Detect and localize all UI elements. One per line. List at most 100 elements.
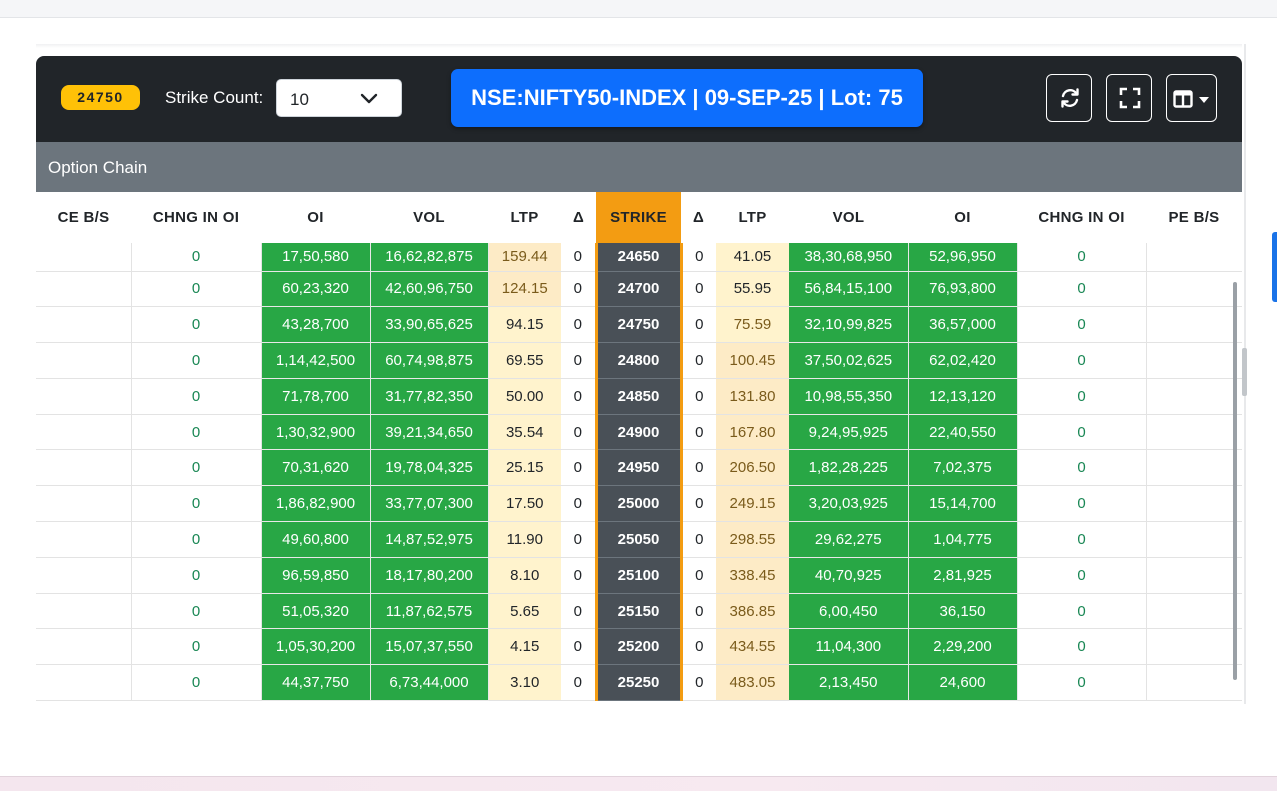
table-row[interactable]: 0 70,31,620 19,78,04,325 25.15 0 24950 0 206.50…: [36, 449, 1242, 487]
ce-chng-oi-cell: 0: [131, 557, 262, 594]
ce-delta-cell: 0: [561, 628, 596, 666]
ce-ltp-cell: 11.90: [488, 521, 561, 558]
pe-buy-sell-cell[interactable]: [1146, 271, 1242, 308]
strike-cell: 25250: [594, 664, 683, 701]
col-header-strike[interactable]: STRIKE: [596, 192, 681, 243]
ce-vol-cell: 14,87,52,975: [370, 521, 489, 558]
ce-buy-sell-cell[interactable]: [36, 521, 132, 558]
pe-buy-sell-cell[interactable]: [1146, 414, 1242, 451]
ce-delta-cell: 0: [561, 342, 596, 379]
ce-buy-sell-cell[interactable]: [36, 271, 132, 308]
pe-ltp-cell: 55.95: [716, 271, 789, 308]
ce-chng-oi-cell: 0: [131, 628, 262, 666]
spot-price-badge: 24750: [61, 85, 140, 110]
ce-delta-cell: 0: [561, 271, 596, 308]
col-header-ce-chng-oi[interactable]: CHNG IN OI: [131, 192, 261, 243]
table-row[interactable]: 0 1,86,82,900 33,77,07,300 17.50 0 25000 0 249.…: [36, 485, 1242, 523]
ce-buy-sell-cell[interactable]: [36, 628, 132, 666]
ce-oi-cell: 49,60,800: [261, 521, 371, 558]
col-header-ce-ltp[interactable]: LTP: [488, 192, 561, 243]
pe-buy-sell-cell[interactable]: [1146, 378, 1242, 415]
pe-buy-sell-cell[interactable]: [1146, 342, 1242, 379]
pe-ltp-cell: 167.80: [716, 414, 789, 451]
pe-buy-sell-cell[interactable]: [1146, 521, 1242, 558]
chevron-down-icon: [360, 93, 378, 104]
table-row[interactable]: 0 51,05,320 11,87,62,575 5.65 0 25150 0 386.85 6…: [36, 593, 1242, 630]
ce-buy-sell-cell[interactable]: [36, 664, 132, 701]
pe-vol-cell: 11,04,300: [789, 628, 909, 666]
pe-delta-cell: 0: [681, 628, 716, 666]
pe-vol-cell: 38,30,68,950: [789, 243, 909, 272]
pe-buy-sell-cell[interactable]: [1146, 243, 1242, 272]
col-header-pe-oi[interactable]: OI: [908, 192, 1017, 243]
table-row[interactable]: 0 1,14,42,500 60,74,98,875 69.55 0 24800 0 100.…: [36, 342, 1242, 379]
col-header-ce-bs[interactable]: CE B/S: [36, 192, 131, 243]
ce-ltp-cell: 159.44: [488, 243, 561, 272]
ce-buy-sell-cell[interactable]: [36, 557, 132, 594]
ce-oi-cell: 71,78,700: [261, 378, 371, 415]
table-row[interactable]: 0 49,60,800 14,87,52,975 11.90 0 25050 0 298.55…: [36, 521, 1242, 558]
pe-vol-cell: 32,10,99,825: [789, 306, 909, 344]
page-scrollbar-thumb[interactable]: [1242, 348, 1247, 396]
col-header-pe-chng-oi[interactable]: CHNG IN OI: [1017, 192, 1146, 243]
col-header-ce-vol[interactable]: VOL: [370, 192, 488, 243]
col-header-pe-ltp[interactable]: LTP: [716, 192, 789, 243]
columns-toggle-button[interactable]: [1166, 74, 1217, 122]
table-row[interactable]: 0 1,05,30,200 15,07,37,550 4.15 0 25200 0 434.5…: [36, 628, 1242, 666]
col-header-pe-bs[interactable]: PE B/S: [1146, 192, 1242, 243]
table-scrollbar[interactable]: [1233, 282, 1237, 680]
strike-count-select[interactable]: 10: [276, 79, 402, 117]
ce-delta-cell: 0: [561, 243, 596, 272]
strike-cell: 25150: [594, 593, 683, 630]
table-row[interactable]: 0 17,50,580 16,62,82,875 159.44 0 24650 0 41.05…: [36, 243, 1242, 272]
col-header-ce-oi[interactable]: OI: [261, 192, 370, 243]
option-chain-table-wrapper[interactable]: CE B/S CHNG IN OI OI VOL LTP Δ STRIKE Δ …: [36, 192, 1242, 701]
ce-delta-cell: 0: [561, 521, 596, 558]
symbol-info-button[interactable]: NSE:NIFTY50-INDEX | 09-SEP-25 | Lot: 75: [451, 69, 923, 127]
ce-buy-sell-cell[interactable]: [36, 485, 132, 523]
pe-buy-sell-cell[interactable]: [1146, 485, 1242, 523]
pe-buy-sell-cell[interactable]: [1146, 449, 1242, 487]
table-row[interactable]: 0 1,30,32,900 39,21,34,650 35.54 0 24900 0 167.…: [36, 414, 1242, 451]
ce-ltp-cell: 69.55: [488, 342, 561, 379]
pe-buy-sell-cell[interactable]: [1146, 664, 1242, 701]
ce-buy-sell-cell[interactable]: [36, 593, 132, 630]
refresh-button[interactable]: [1046, 74, 1092, 122]
pe-ltp-cell: 434.55: [716, 628, 789, 666]
table-row[interactable]: 0 60,23,320 42,60,96,750 124.15 0 24700 0 55.95…: [36, 271, 1242, 308]
table-row[interactable]: 0 96,59,850 18,17,80,200 8.10 0 25100 0 338.45 4…: [36, 557, 1242, 594]
pe-buy-sell-cell[interactable]: [1146, 306, 1242, 344]
pe-buy-sell-cell[interactable]: [1146, 628, 1242, 666]
table-row[interactable]: 0 43,28,700 33,90,65,625 94.15 0 24750 0 75.59 3…: [36, 306, 1242, 344]
pe-buy-sell-cell[interactable]: [1146, 593, 1242, 630]
ce-buy-sell-cell[interactable]: [36, 414, 132, 451]
pe-chng-oi-cell: 0: [1017, 378, 1147, 415]
fullscreen-button[interactable]: [1106, 74, 1152, 122]
pe-delta-cell: 0: [681, 342, 716, 379]
col-header-pe-delta[interactable]: Δ: [681, 192, 716, 243]
col-header-ce-delta[interactable]: Δ: [561, 192, 596, 243]
pe-oi-cell: 12,13,120: [908, 378, 1018, 415]
ce-buy-sell-cell[interactable]: [36, 306, 132, 344]
ce-buy-sell-cell[interactable]: [36, 243, 132, 272]
pe-ltp-cell: 298.55: [716, 521, 789, 558]
ce-chng-oi-cell: 0: [131, 664, 262, 701]
ce-chng-oi-cell: 0: [131, 243, 262, 272]
pe-vol-cell: 9,24,95,925: [789, 414, 909, 451]
pe-buy-sell-cell[interactable]: [1146, 557, 1242, 594]
ce-chng-oi-cell: 0: [131, 449, 262, 487]
ce-oi-cell: 44,37,750: [261, 664, 371, 701]
ce-oi-cell: 70,31,620: [261, 449, 371, 487]
ce-delta-cell: 0: [561, 664, 596, 701]
pe-delta-cell: 0: [681, 414, 716, 451]
ce-buy-sell-cell[interactable]: [36, 342, 132, 379]
col-header-pe-vol[interactable]: VOL: [789, 192, 908, 243]
pe-delta-cell: 0: [681, 449, 716, 487]
table-row[interactable]: 0 44,37,750 6,73,44,000 3.10 0 25250 0 483.05 2,…: [36, 664, 1242, 701]
ce-buy-sell-cell[interactable]: [36, 378, 132, 415]
ce-oi-cell: 60,23,320: [261, 271, 371, 308]
ce-buy-sell-cell[interactable]: [36, 449, 132, 487]
ce-chng-oi-cell: 0: [131, 593, 262, 630]
table-row[interactable]: 0 71,78,700 31,77,82,350 50.00 0 24850 0 131.80…: [36, 378, 1242, 415]
strike-cell: 24800: [594, 342, 683, 379]
